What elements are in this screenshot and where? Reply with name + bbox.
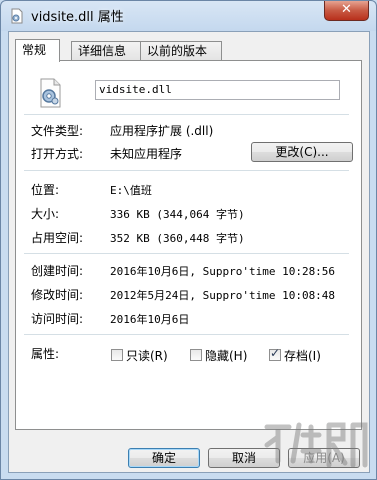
properties-window: vidsite.dll 属性 ✕ 常规 详细信息 以前的版本 vidsite.d… — [0, 0, 377, 480]
created-label: 创建时间: — [31, 264, 84, 278]
readonly-label[interactable]: 只读(R) — [126, 347, 168, 364]
general-panel: vidsite.dll 文件类型: 应用程序扩展 (.dll) 打开方式: 未知… — [15, 60, 362, 430]
divider — [24, 334, 349, 335]
hidden-checkbox[interactable] — [190, 349, 202, 361]
archive-label[interactable]: 存档(I) — [284, 347, 321, 364]
size-label: 大小: — [31, 207, 60, 221]
tab-details[interactable]: 详细信息 — [71, 41, 141, 61]
location-value: E:\值班 — [110, 184, 152, 197]
size-on-disk-label: 占用空间: — [31, 231, 84, 245]
readonly-checkbox[interactable] — [111, 349, 123, 361]
tab-previous-versions[interactable]: 以前的版本 — [140, 41, 222, 61]
location-label: 位置: — [31, 183, 60, 197]
opens-with-label: 打开方式: — [31, 147, 84, 161]
modified-label: 修改时间: — [31, 288, 84, 302]
file-name-field[interactable]: vidsite.dll — [95, 80, 340, 100]
change-button[interactable]: 更改(C)... — [251, 142, 353, 162]
created-value: 2016年10月6日, Suppro'time 10:28:56 — [110, 265, 336, 278]
title-bar[interactable]: vidsite.dll 属性 ✕ — [1, 1, 376, 29]
ok-button[interactable]: 确定 — [128, 448, 200, 468]
dialog-client: 常规 详细信息 以前的版本 vidsite.dll 文件类型: 应用程序扩展 (… — [8, 31, 370, 473]
divider — [24, 114, 349, 115]
file-type-label: 文件类型: — [31, 124, 84, 138]
size-value: 336 KB (344,064 字节) — [110, 208, 245, 221]
file-type-value: 应用程序扩展 (.dll) — [110, 124, 214, 138]
accessed-value: 2016年10月6日 — [110, 313, 190, 326]
watermark-logo — [264, 422, 368, 468]
dll-file-icon — [11, 8, 23, 24]
hidden-label[interactable]: 隐藏(H) — [205, 347, 247, 364]
tab-general[interactable]: 常规 — [15, 39, 60, 62]
check-icon: ✓ — [270, 346, 281, 360]
close-button[interactable]: ✕ — [324, 1, 369, 21]
accessed-label: 访问时间: — [31, 312, 84, 326]
divider — [24, 253, 349, 254]
gear-file-icon — [40, 78, 61, 108]
opens-with-value: 未知应用程序 — [110, 147, 183, 161]
divider — [24, 170, 349, 171]
size-on-disk-value: 352 KB (360,448 字节) — [110, 232, 245, 245]
archive-checkbox[interactable]: ✓ — [269, 346, 281, 361]
attributes-label: 属性: — [31, 347, 60, 361]
window-title: vidsite.dll 属性 — [31, 10, 124, 25]
modified-value: 2012年5月24日, Suppro'time 10:08:48 — [110, 289, 336, 302]
